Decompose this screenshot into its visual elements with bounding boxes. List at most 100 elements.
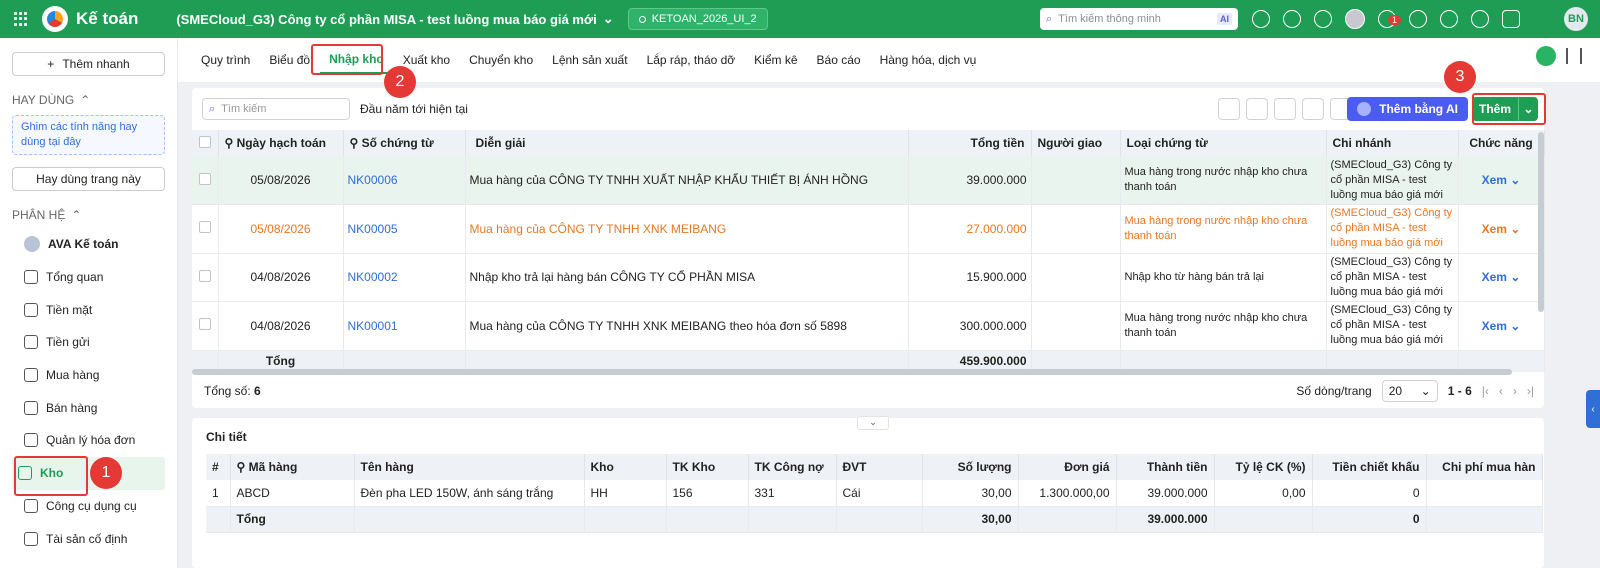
collapse-detail-toggle[interactable]: ⌄ — [857, 416, 889, 430]
row-view-button[interactable]: Xem ⌄ — [1458, 156, 1545, 205]
row-view-button[interactable]: Xem ⌄ — [1458, 301, 1545, 351]
col-discount-rate[interactable]: Tỷ lệ CK (%) — [1214, 454, 1313, 480]
assistant-avatar[interactable] — [1345, 9, 1365, 29]
sidebar-item-purchase[interactable]: Mua hàng — [0, 359, 165, 392]
sidebar-item-fixed-assets[interactable]: Tài sản cố định — [0, 522, 165, 555]
sidebar-item-bank[interactable]: Tiền gửi — [0, 326, 165, 359]
play-icon[interactable] — [1283, 10, 1301, 28]
database-pill[interactable]: KETOAN_2026_UI_2 — [627, 8, 768, 30]
prev-page-icon[interactable]: ‹ — [1499, 384, 1503, 398]
sidebar-item-invoices[interactable]: Quản lý hóa đơn — [0, 424, 165, 457]
row-voucher-link[interactable]: NK00002 — [343, 253, 466, 302]
sidebar-item-ava[interactable]: AVA Kế toán — [0, 228, 165, 261]
col-item-code[interactable]: ⚲ Mã hàng — [230, 454, 355, 480]
bell-icon[interactable] — [1409, 10, 1427, 28]
col-voucher-type[interactable]: Loại chứng từ — [1120, 130, 1327, 156]
col-total[interactable]: Tổng tiền — [908, 130, 1032, 156]
gear-icon[interactable] — [1314, 10, 1332, 28]
shopping-bag-icon — [24, 368, 38, 383]
select-all-checkbox-cell[interactable] — [192, 130, 219, 156]
add-with-ai-button[interactable]: Thêm bằng AI — [1347, 97, 1468, 121]
col-voucher-no[interactable]: ⚲ Số chứng từ — [343, 130, 466, 156]
table-row[interactable]: 04/08/2026 NK00002 Nhập kho trả lại hàng… — [192, 253, 1545, 302]
refresh-icon[interactable] — [1218, 98, 1240, 120]
tab-process[interactable]: Quy trình — [192, 47, 259, 73]
col-amount[interactable]: Thành tiền — [1116, 454, 1215, 480]
user-icon[interactable] — [1502, 10, 1520, 28]
row-checkbox-cell[interactable] — [192, 301, 219, 351]
row-checkbox[interactable] — [198, 269, 211, 282]
col-unit-price[interactable]: Đơn giá — [1018, 454, 1117, 480]
col-deliverer[interactable]: Người giao — [1031, 130, 1121, 156]
chevron-down-icon[interactable]: ⌄ — [1510, 319, 1520, 333]
horizontal-scrollbar[interactable] — [192, 369, 1512, 375]
chevron-down-icon[interactable]: ⌄ — [1510, 270, 1520, 284]
row-checkbox[interactable] — [198, 318, 211, 331]
col-purchase-cost[interactable]: Chi phí mua hàn — [1426, 454, 1543, 480]
vertical-scrollbar[interactable] — [1538, 132, 1544, 312]
modules-section-header[interactable]: PHÂN HỆ ⌃ — [12, 208, 177, 222]
chat-icon[interactable]: 1 — [1378, 10, 1402, 28]
col-warehouse[interactable]: Kho — [584, 454, 667, 480]
tab-reports[interactable]: Báo cáo — [808, 47, 870, 73]
rows-per-page-select[interactable]: 20 ⌄ — [1381, 380, 1438, 402]
app-grid-icon[interactable] — [14, 12, 28, 26]
table-row[interactable]: 05/08/2026 NK00005 Mua hàng của CÔNG TY … — [192, 204, 1545, 254]
quick-add-button[interactable]: + Thêm nhanh — [12, 52, 165, 76]
export-icon[interactable] — [1274, 98, 1296, 120]
company-selector[interactable]: (SMECloud_G3) Công ty cổ phần MISA - tes… — [176, 11, 613, 27]
col-quantity[interactable]: Số lượng — [922, 454, 1019, 480]
col-item-name[interactable]: Tên hàng — [354, 454, 585, 480]
sidebar-item-overview[interactable]: Tổng quan — [0, 261, 165, 294]
list-search-input[interactable]: ⌕ Tìm kiếm — [202, 98, 350, 120]
row-checkbox[interactable] — [198, 221, 211, 234]
row-view-button[interactable]: Xem ⌄ — [1458, 204, 1545, 254]
table-row[interactable]: 04/08/2026 NK00001 Mua hàng của CÔNG TY … — [192, 301, 1545, 351]
row-checkbox-cell[interactable] — [192, 156, 219, 205]
settings-sliders-icon[interactable] — [1566, 48, 1582, 64]
col-posting-date[interactable]: ⚲ Ngày hạch toán — [218, 130, 344, 156]
smart-search-input[interactable]: ⌕ Tìm kiếm thông minh AI — [1040, 8, 1238, 30]
tab-inventory-count[interactable]: Kiểm kê — [745, 47, 806, 73]
row-checkbox[interactable] — [198, 172, 211, 185]
next-page-icon[interactable]: › — [1513, 384, 1517, 398]
period-filter[interactable]: Đầu năm tới hiện tại — [360, 102, 468, 116]
col-debt-account[interactable]: TK Công nợ — [748, 454, 837, 480]
col-description[interactable]: Diễn giải — [465, 130, 909, 156]
col-stock-account[interactable]: TK Kho — [666, 454, 749, 480]
frequent-section-header[interactable]: HAY DÙNG ⌃ — [12, 93, 177, 107]
side-panel-toggle[interactable]: ‹ — [1586, 390, 1600, 428]
tab-transfer[interactable]: Chuyển kho — [460, 47, 542, 73]
download-icon[interactable] — [1252, 10, 1270, 28]
row-checkbox-cell[interactable] — [192, 253, 219, 302]
row-view-button[interactable]: Xem ⌄ — [1458, 253, 1545, 302]
col-unit[interactable]: ĐVT — [836, 454, 923, 480]
detail-unit: Cái — [836, 480, 923, 507]
col-branch[interactable]: Chi nhánh — [1326, 130, 1459, 156]
row-checkbox-cell[interactable] — [192, 204, 219, 254]
sidebar-item-cash[interactable]: Tiền mặt — [0, 293, 165, 326]
lightbulb-icon[interactable] — [1536, 46, 1556, 66]
help-icon[interactable] — [1440, 10, 1458, 28]
chevron-down-icon[interactable]: ⌄ — [1510, 173, 1520, 187]
first-page-icon[interactable]: |‹ — [1482, 384, 1489, 398]
row-voucher-link[interactable]: NK00006 — [343, 156, 466, 205]
select-all-checkbox[interactable] — [198, 135, 211, 148]
sidebar-item-sales[interactable]: Bán hàng — [0, 391, 165, 424]
tab-goods-services[interactable]: Hàng hóa, dịch vụ — [871, 47, 986, 73]
gear-icon[interactable] — [1302, 98, 1324, 120]
last-page-icon[interactable]: ›| — [1527, 384, 1534, 398]
detail-row[interactable]: 1 ABCD Đèn pha LED 150W, ánh sáng trắng … — [206, 480, 1543, 507]
col-discount-amount[interactable]: Tiền chiết khấu — [1312, 454, 1427, 480]
split-icon[interactable] — [1246, 98, 1268, 120]
tab-production-order[interactable]: Lệnh sản xuất — [543, 47, 636, 73]
chevron-down-icon[interactable]: ⌄ — [1510, 222, 1520, 236]
tab-assembly[interactable]: Lắp ráp, tháo dỡ — [638, 47, 745, 73]
row-voucher-link[interactable]: NK00001 — [343, 301, 466, 351]
user-avatar[interactable]: BN — [1564, 7, 1588, 31]
more-icon[interactable] — [1471, 10, 1489, 28]
row-voucher-link[interactable]: NK00005 — [343, 204, 466, 254]
frequent-page-button[interactable]: Hay dùng trang này — [12, 167, 165, 191]
table-row[interactable]: 05/08/2026 NK00006 Mua hàng của CÔNG TY … — [192, 156, 1545, 205]
sidebar-item-label: Mua hàng — [46, 368, 100, 383]
